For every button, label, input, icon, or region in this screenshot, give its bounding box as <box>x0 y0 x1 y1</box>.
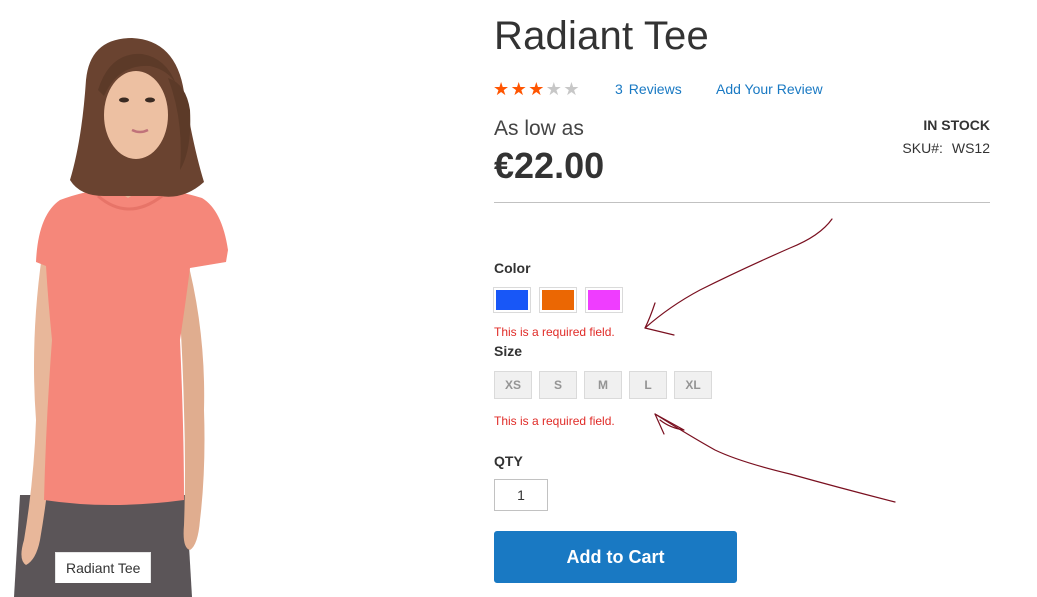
sku-label: SKU#: <box>902 140 943 156</box>
color-swatch-orange[interactable] <box>539 287 577 313</box>
arrow-to-size-error <box>654 413 896 503</box>
size-option-xl[interactable]: XL <box>674 371 712 399</box>
size-options: XS S M L XL <box>494 371 712 399</box>
size-option-s[interactable]: S <box>539 371 577 399</box>
reviews-count: 3 <box>615 81 623 97</box>
star-filled-icon: ★ <box>510 79 527 99</box>
qty-label: QTY <box>494 453 523 469</box>
product-title: Radiant Tee <box>494 14 709 58</box>
price-label: As low as <box>494 117 584 140</box>
star-empty-icon: ★ <box>545 79 562 99</box>
image-caption: Radiant Tee <box>55 552 152 583</box>
reviews-label: Reviews <box>628 81 682 97</box>
star-filled-icon: ★ <box>493 79 510 99</box>
add-to-cart-button[interactable]: Add to Cart <box>494 531 737 583</box>
size-option-m[interactable]: M <box>584 371 622 399</box>
color-swatches <box>493 287 623 313</box>
color-error: This is a required field. <box>494 325 615 339</box>
star-empty-icon: ★ <box>563 79 580 99</box>
product-image[interactable]: Radiant Tee <box>0 0 260 597</box>
size-label: Size <box>494 343 523 359</box>
rating-stars: ★ ★ ★ ★ ★ <box>493 80 581 98</box>
arrow-to-color-error <box>644 218 833 329</box>
price: €22.00 <box>494 145 605 186</box>
star-filled-icon: ★ <box>528 79 545 99</box>
sku-value: WS12 <box>951 140 990 156</box>
color-swatch-blue[interactable] <box>493 287 531 313</box>
stock-status: In stock <box>923 117 990 133</box>
size-option-xs[interactable]: XS <box>494 371 532 399</box>
model-photo <box>14 38 228 597</box>
sku: SKU#: WS12 <box>902 140 990 156</box>
add-review-link[interactable]: Add Your Review <box>716 81 823 97</box>
size-option-l[interactable]: L <box>629 371 667 399</box>
qty-input[interactable] <box>494 479 548 511</box>
color-label: Color <box>494 260 531 276</box>
arrowhead-size <box>654 413 685 435</box>
size-error: This is a required field. <box>494 414 615 428</box>
color-swatch-purple[interactable] <box>585 287 623 313</box>
divider <box>494 202 990 203</box>
arrowhead-color <box>644 302 675 336</box>
reviews-link[interactable]: 3 Reviews <box>615 81 682 97</box>
